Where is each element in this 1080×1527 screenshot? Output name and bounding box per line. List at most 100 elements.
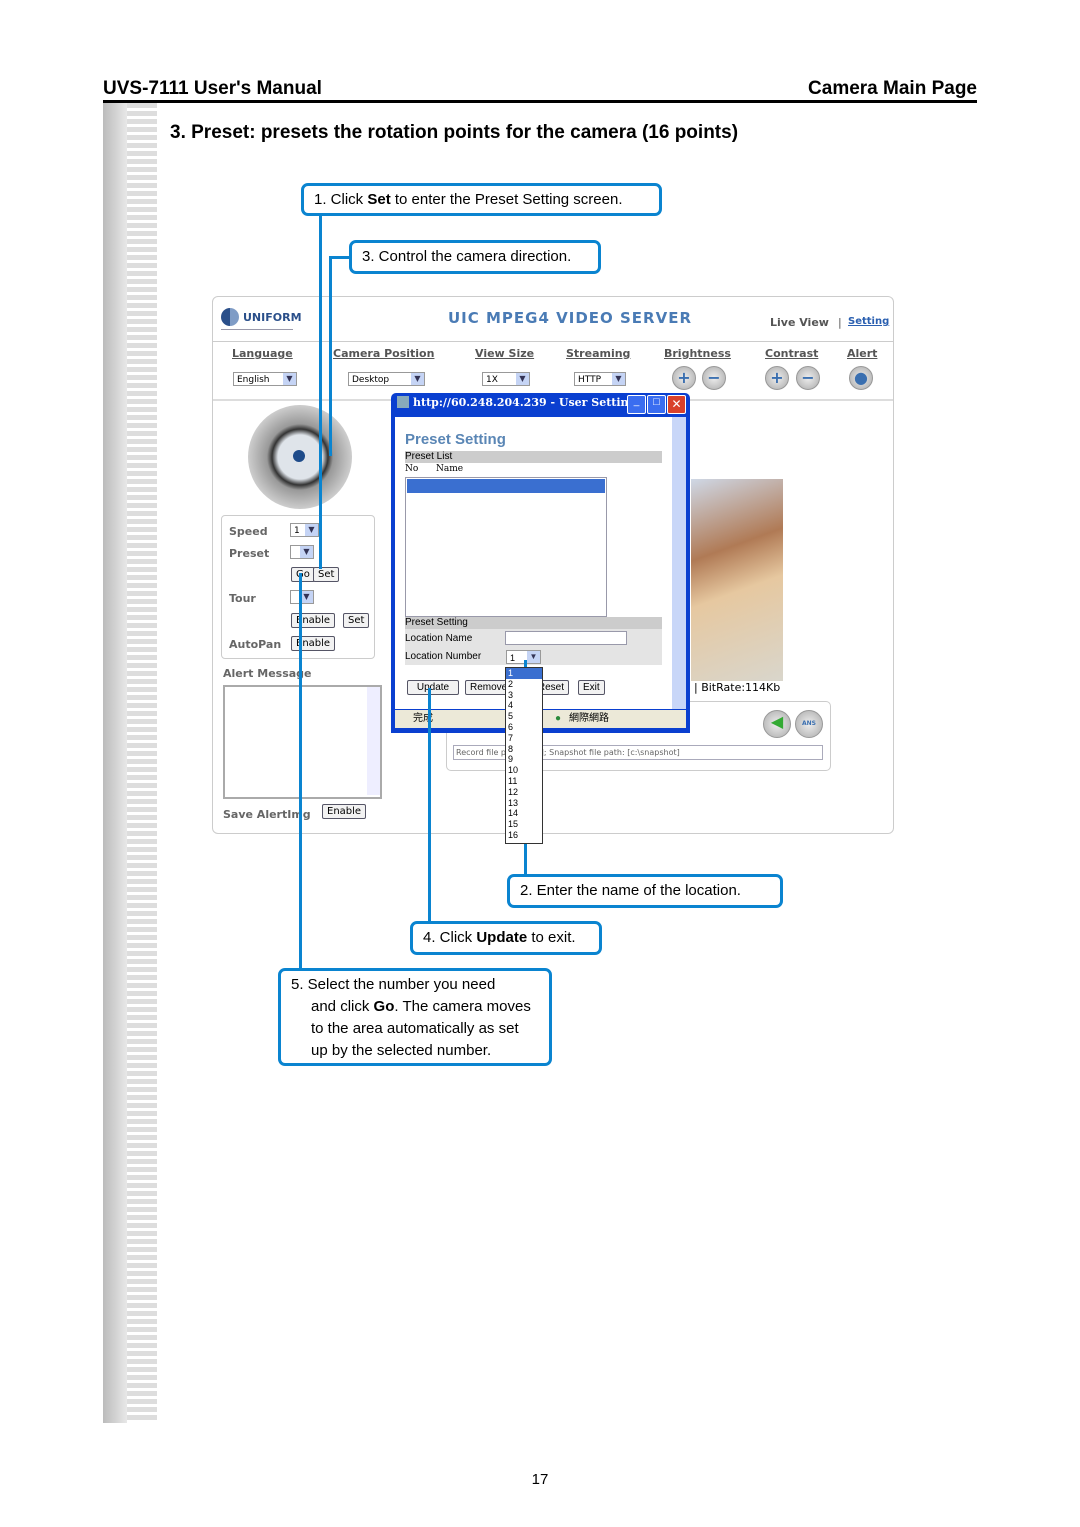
dropdown-option[interactable]: 6 bbox=[506, 722, 542, 733]
callout-step-1: 1. Click Set to enter the Preset Setting… bbox=[301, 183, 662, 216]
minimize-icon[interactable]: _ bbox=[627, 395, 646, 414]
nav-brightness: Brightness bbox=[664, 347, 731, 360]
scrollbar[interactable] bbox=[367, 687, 380, 795]
alert-message-box[interactable] bbox=[223, 685, 382, 799]
separator: | bbox=[838, 316, 842, 329]
streaming-select[interactable]: HTTP ▼ bbox=[574, 372, 626, 386]
logo-text: UNIFORM bbox=[243, 311, 302, 324]
close-icon[interactable]: ✕ bbox=[667, 395, 686, 414]
dropdown-option[interactable]: 8 bbox=[506, 744, 542, 755]
tour-label: Tour bbox=[229, 592, 256, 605]
chapter-title: Camera Main Page bbox=[808, 78, 977, 99]
location-name-label: Location Name bbox=[405, 633, 473, 644]
dropdown-option[interactable]: 5 bbox=[506, 711, 542, 722]
autopan-enable-button[interactable]: Enable bbox=[291, 636, 336, 651]
decorative-sidebar bbox=[103, 103, 157, 1423]
contrast-minus-icon[interactable]: − bbox=[796, 366, 820, 390]
nav-alert: Alert bbox=[847, 347, 878, 360]
preset-select[interactable]: ▼ bbox=[290, 545, 314, 559]
window-title: http://60.248.204.239 - User Setting - .… bbox=[413, 396, 660, 409]
callout-step-2: 2. Enter the name of the location. bbox=[507, 874, 783, 908]
logo: UNIFORM bbox=[221, 307, 302, 330]
location-number-label: Location Number bbox=[405, 651, 482, 662]
dropdown-option[interactable]: 2 bbox=[506, 679, 542, 690]
dropdown-option[interactable]: 11 bbox=[506, 776, 542, 787]
connector-line bbox=[329, 256, 332, 456]
autopan-label: AutoPan bbox=[229, 638, 282, 651]
tour-select[interactable]: ▼ bbox=[290, 590, 314, 604]
video-image bbox=[691, 479, 783, 681]
brightness-minus-icon[interactable]: − bbox=[702, 366, 726, 390]
app-title: UIC MPEG4 VIDEO SERVER bbox=[448, 309, 692, 327]
update-button[interactable]: Update bbox=[407, 680, 459, 695]
nav-contrast: Contrast bbox=[765, 347, 819, 360]
ptz-direction-pad[interactable] bbox=[248, 405, 352, 509]
chevron-down-icon: ▼ bbox=[411, 373, 424, 385]
connector-line bbox=[428, 688, 431, 923]
dropdown-option[interactable]: 12 bbox=[506, 787, 542, 798]
location-name-input[interactable] bbox=[505, 631, 627, 645]
list-item[interactable] bbox=[407, 479, 605, 493]
nav-view-size[interactable]: View Size bbox=[475, 347, 534, 360]
manual-page: UVS-7111 User's Manual Camera Main Page … bbox=[0, 0, 1080, 1527]
view-size-select[interactable]: 1X ▼ bbox=[482, 372, 530, 386]
chevron-down-icon: ▼ bbox=[516, 373, 529, 385]
dropdown-option[interactable]: 10 bbox=[506, 765, 542, 776]
bitrate-text: | BitRate:114Kb bbox=[694, 681, 781, 694]
nav-camera-position[interactable]: Camera Position bbox=[333, 347, 434, 360]
tour-set-button[interactable]: Set bbox=[343, 613, 370, 628]
connector-line bbox=[329, 256, 351, 259]
location-number-dropdown[interactable]: 1 2 3 4 5 6 7 8 9 10 11 12 13 14 15 16 bbox=[505, 667, 543, 844]
language-select[interactable]: English ▼ bbox=[233, 372, 297, 386]
dropdown-option[interactable]: 3 bbox=[506, 690, 542, 701]
status-zone: 網際網路 bbox=[569, 713, 609, 724]
dropdown-option[interactable]: 9 bbox=[506, 754, 542, 765]
dropdown-option[interactable]: 16 bbox=[506, 830, 542, 841]
chevron-down-icon: ▼ bbox=[305, 524, 318, 536]
brightness-plus-icon[interactable]: + bbox=[672, 366, 696, 390]
maximize-icon[interactable]: □ bbox=[647, 395, 666, 414]
nav-language[interactable]: Language bbox=[232, 347, 293, 360]
live-view-link[interactable]: Live View bbox=[770, 316, 829, 329]
col-no: No bbox=[405, 464, 419, 474]
speed-select[interactable]: 1 ▼ bbox=[290, 523, 319, 537]
dropdown-option[interactable]: 4 bbox=[506, 700, 542, 711]
preset-set-button[interactable]: Set bbox=[313, 567, 340, 582]
dropdown-option[interactable]: 14 bbox=[506, 808, 542, 819]
ie-icon bbox=[397, 396, 409, 408]
ans-button[interactable]: ANS bbox=[795, 710, 823, 738]
connector-line bbox=[319, 214, 322, 569]
preset-setting-header: Preset Setting bbox=[405, 617, 662, 629]
callout-step-4: 4. Click Update to exit. bbox=[410, 921, 602, 955]
dropdown-option[interactable]: 13 bbox=[506, 798, 542, 809]
chevron-down-icon: ▼ bbox=[612, 373, 625, 385]
contrast-plus-icon[interactable]: + bbox=[765, 366, 789, 390]
camera-position-select[interactable]: Desktop ▼ bbox=[348, 372, 425, 386]
save-alert-label: Save AlertImg bbox=[223, 808, 311, 821]
dropdown-option[interactable]: 7 bbox=[506, 733, 542, 744]
speaker-icon[interactable]: ◀ bbox=[763, 710, 791, 738]
preset-setting-heading: Preset Setting bbox=[405, 431, 506, 448]
col-name: Name bbox=[436, 464, 464, 474]
dropdown-option[interactable]: 15 bbox=[506, 819, 542, 830]
tour-enable-button[interactable]: Enable bbox=[291, 613, 336, 628]
header-rule bbox=[103, 100, 977, 103]
scrollbar[interactable] bbox=[672, 417, 686, 709]
page-number: 17 bbox=[531, 1471, 549, 1488]
exit-button[interactable]: Exit bbox=[578, 680, 605, 695]
globe-icon: ● bbox=[555, 713, 562, 724]
alert-icon[interactable]: ● bbox=[849, 366, 873, 390]
section-title: 3. Preset: presets the rotation points f… bbox=[170, 122, 739, 143]
go-button[interactable]: Go bbox=[291, 567, 315, 582]
manual-title: UVS-7111 User's Manual bbox=[103, 78, 322, 99]
setting-link[interactable]: Setting bbox=[848, 316, 889, 327]
dropdown-option[interactable]: 1 bbox=[506, 668, 542, 679]
preset-label: Preset bbox=[229, 547, 270, 560]
logo-icon bbox=[221, 308, 239, 326]
preset-list[interactable] bbox=[405, 477, 607, 617]
chevron-down-icon: ▼ bbox=[283, 373, 296, 385]
save-alert-enable-button[interactable]: Enable bbox=[322, 804, 367, 819]
callout-step-5: 5. Select the number you need and click … bbox=[278, 968, 552, 1066]
callout-step-3: 3. Control the camera direction. bbox=[349, 240, 601, 274]
nav-streaming[interactable]: Streaming bbox=[566, 347, 630, 360]
